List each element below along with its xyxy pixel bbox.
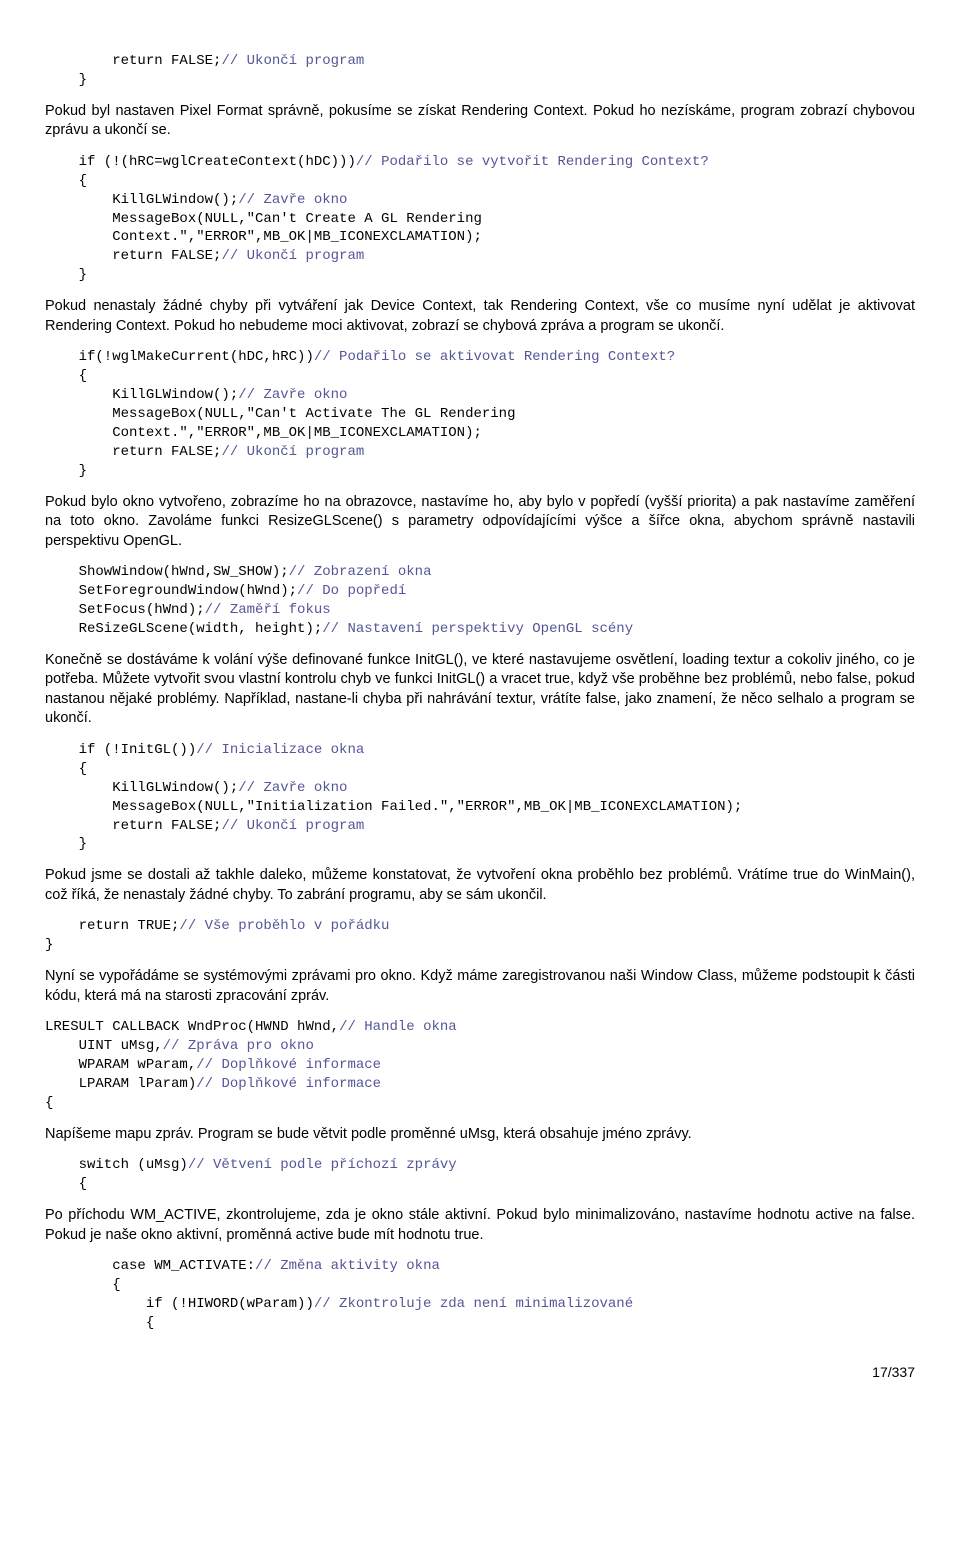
code-block-7: LRESULT CALLBACK WndProc(HWND hWnd,// Ha… xyxy=(45,1018,915,1112)
code-line: WPARAM wParam, xyxy=(45,1057,196,1073)
code-comment: // Do popředí xyxy=(297,583,406,599)
code-line: SetForegroundWindow(hWnd); xyxy=(45,583,297,599)
paragraph-7: Napíšeme mapu zpráv. Program se bude vět… xyxy=(45,1125,915,1145)
code-line: UINT uMsg, xyxy=(45,1038,163,1054)
code-comment: // Zaměří fokus xyxy=(205,602,331,618)
paragraph-3: Pokud bylo okno vytvořeno, zobrazíme ho … xyxy=(45,493,915,552)
code-line: { xyxy=(45,368,87,384)
paragraph-1: Pokud byl nastaven Pixel Format správně,… xyxy=(45,102,915,141)
code-line: return TRUE; xyxy=(45,918,179,934)
paragraph-8: Po příchodu WM_ACTIVE, zkontrolujeme, zd… xyxy=(45,1206,915,1245)
code-line: KillGLWindow(); xyxy=(45,192,238,208)
code-line: } xyxy=(45,836,87,852)
code-line: LPARAM lParam) xyxy=(45,1076,196,1092)
code-line: { xyxy=(45,761,87,777)
code-comment: // Ukončí program xyxy=(221,248,364,264)
code-line: { xyxy=(45,1277,121,1293)
code-comment: // Zpráva pro okno xyxy=(163,1038,314,1054)
code-line: { xyxy=(45,1176,87,1192)
code-comment: // Ukončí program xyxy=(221,818,364,834)
code-line: return FALSE; xyxy=(45,444,221,460)
code-line: ReSizeGLScene(width, height); xyxy=(45,621,322,637)
code-line: Context.","ERROR",MB_OK|MB_ICONEXCLAMATI… xyxy=(45,425,482,441)
code-line: { xyxy=(45,1315,154,1331)
code-comment: // Změna aktivity okna xyxy=(255,1258,440,1274)
code-line: } xyxy=(45,72,87,88)
code-comment: // Větvení podle příchozí zprávy xyxy=(188,1157,457,1173)
code-line: { xyxy=(45,1095,53,1111)
code-comment: // Podařilo se vytvořit Rendering Contex… xyxy=(356,154,709,170)
code-line: if (!HIWORD(wParam)) xyxy=(45,1296,314,1312)
code-comment: // Ukončí program xyxy=(221,53,364,69)
code-block-1: return FALSE;// Ukončí program } xyxy=(45,52,915,90)
code-block-4: ShowWindow(hWnd,SW_SHOW);// Zobrazení ok… xyxy=(45,563,915,639)
code-line: if(!wglMakeCurrent(hDC,hRC)) xyxy=(45,349,314,365)
code-line: switch (uMsg) xyxy=(45,1157,188,1173)
code-line: Context.","ERROR",MB_OK|MB_ICONEXCLAMATI… xyxy=(45,229,482,245)
page-number: 17/337 xyxy=(45,1363,915,1382)
code-block-9: case WM_ACTIVATE:// Změna aktivity okna … xyxy=(45,1257,915,1333)
code-line: MessageBox(NULL,"Can't Create A GL Rende… xyxy=(45,211,482,227)
code-line: MessageBox(NULL,"Can't Activate The GL R… xyxy=(45,406,515,422)
paragraph-6: Nyní se vypořádáme se systémovými zpráva… xyxy=(45,967,915,1006)
code-comment: // Zavře okno xyxy=(238,387,347,403)
code-block-5: if (!InitGL())// Inicializace okna { Kil… xyxy=(45,741,915,854)
code-comment: // Zavře okno xyxy=(238,192,347,208)
code-line: KillGLWindow(); xyxy=(45,387,238,403)
code-line: } xyxy=(45,463,87,479)
code-comment: // Nastavení perspektivy OpenGL scény xyxy=(322,621,633,637)
code-block-8: switch (uMsg)// Větvení podle příchozí z… xyxy=(45,1156,915,1194)
code-block-2: if (!(hRC=wglCreateContext(hDC)))// Poda… xyxy=(45,153,915,285)
code-line: LRESULT CALLBACK WndProc(HWND hWnd, xyxy=(45,1019,339,1035)
code-line: if (!InitGL()) xyxy=(45,742,196,758)
code-comment: // Handle okna xyxy=(339,1019,457,1035)
code-block-6: return TRUE;// Vše proběhlo v pořádku } xyxy=(45,917,915,955)
code-line: } xyxy=(45,267,87,283)
paragraph-5: Pokud jsme se dostali až takhle daleko, … xyxy=(45,866,915,905)
code-comment: // Zavře okno xyxy=(238,780,347,796)
code-line: MessageBox(NULL,"Initialization Failed."… xyxy=(45,799,742,815)
code-line: } xyxy=(45,937,53,953)
code-comment: // Zkontroluje zda není minimalizované xyxy=(314,1296,633,1312)
code-line: { xyxy=(45,173,87,189)
code-comment: // Doplňkové informace xyxy=(196,1076,381,1092)
code-line: KillGLWindow(); xyxy=(45,780,238,796)
code-line: ShowWindow(hWnd,SW_SHOW); xyxy=(45,564,289,580)
code-line: SetFocus(hWnd); xyxy=(45,602,205,618)
code-comment: // Podařilo se aktivovat Rendering Conte… xyxy=(314,349,675,365)
paragraph-4: Konečně se dostáváme k volání výše defin… xyxy=(45,651,915,729)
code-comment: // Ukončí program xyxy=(221,444,364,460)
code-line: return FALSE; xyxy=(45,818,221,834)
code-comment: // Doplňkové informace xyxy=(196,1057,381,1073)
code-line: if (!(hRC=wglCreateContext(hDC))) xyxy=(45,154,356,170)
paragraph-2: Pokud nenastaly žádné chyby při vytvářen… xyxy=(45,297,915,336)
code-comment: // Inicializace okna xyxy=(196,742,364,758)
code-comment: // Vše proběhlo v pořádku xyxy=(179,918,389,934)
code-comment: // Zobrazení okna xyxy=(289,564,432,580)
code-block-3: if(!wglMakeCurrent(hDC,hRC))// Podařilo … xyxy=(45,348,915,480)
code-line: return FALSE; xyxy=(45,248,221,264)
code-line: case WM_ACTIVATE: xyxy=(45,1258,255,1274)
code-line: return FALSE; xyxy=(45,53,221,69)
